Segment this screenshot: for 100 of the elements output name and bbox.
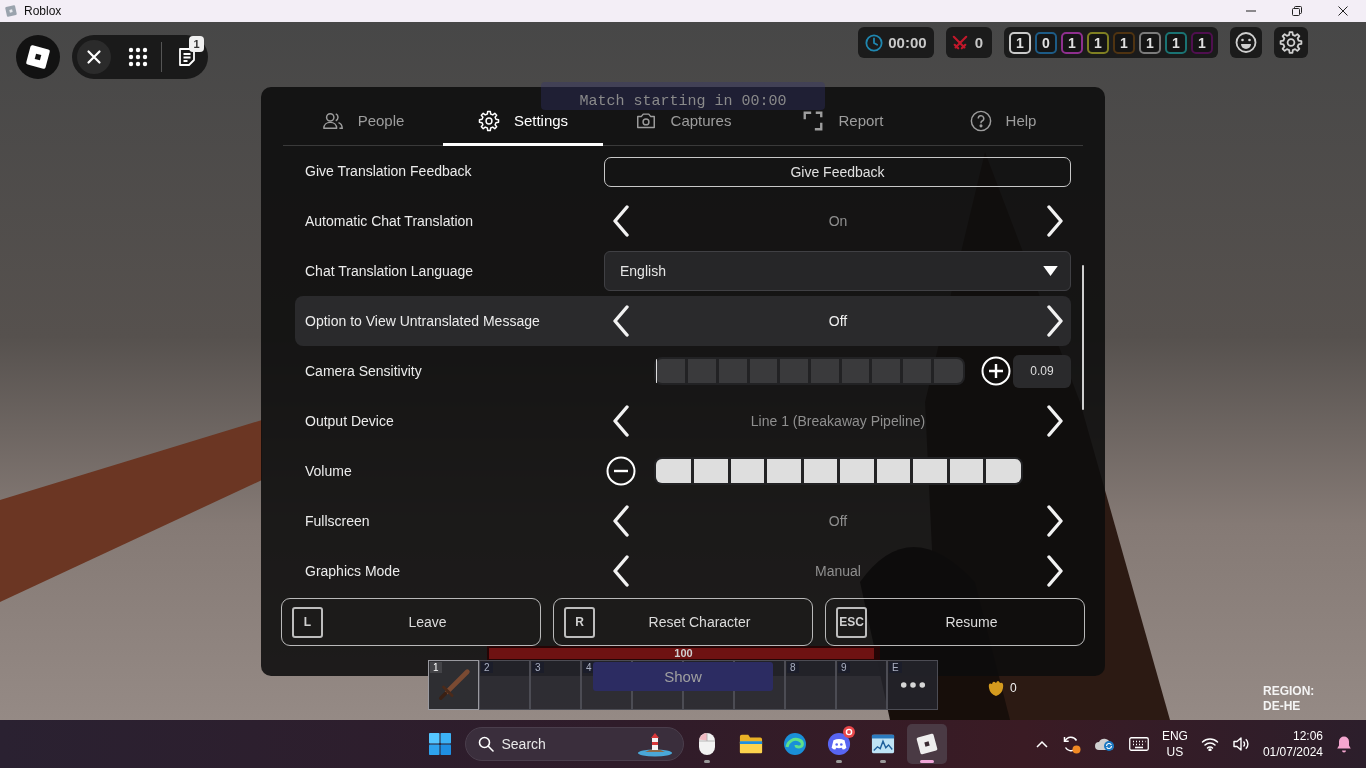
- menu-tab[interactable]: Captures: [603, 110, 763, 146]
- wifi-icon[interactable]: [1200, 737, 1219, 751]
- settings-row[interactable]: Volume: [295, 446, 1071, 496]
- settings-row[interactable]: Fullscreen Off: [295, 496, 1071, 546]
- window-title: Roblox: [24, 4, 62, 18]
- setting-value: Manual: [814, 563, 862, 579]
- chevron-right-icon[interactable]: [1046, 205, 1064, 237]
- hotbar-slot[interactable]: E: [887, 660, 938, 710]
- menu-tab[interactable]: Report: [763, 110, 923, 146]
- slot-number: 2: [481, 662, 493, 673]
- setting-label: Chat Translation Language: [304, 263, 475, 279]
- team-score: 1: [1087, 31, 1109, 54]
- grid-icon[interactable]: [128, 47, 148, 67]
- settings-icon[interactable]: [1274, 27, 1308, 58]
- more-icon: [899, 681, 926, 689]
- keyboard-icon[interactable]: [1128, 737, 1149, 751]
- setting-label: Option to View Untranslated Message: [304, 313, 541, 329]
- chevron-left-icon[interactable]: [612, 305, 630, 337]
- logo-icon[interactable]: [16, 35, 60, 79]
- key-hint: R: [564, 606, 595, 638]
- hotbar-slot[interactable]: 3: [530, 660, 581, 710]
- frame-corners-icon: [802, 110, 825, 132]
- team-score: 1: [1165, 31, 1187, 54]
- slider-track[interactable]: [654, 357, 965, 385]
- speaker-icon[interactable]: [1231, 736, 1250, 752]
- team-score: 1: [1009, 31, 1031, 54]
- settings-row[interactable]: Output Device Line 1 (Breakaway Pipeline): [295, 396, 1071, 446]
- settings-row[interactable]: Graphics Mode Manual: [295, 546, 1071, 596]
- keyboard-layout[interactable]: US: [1166, 744, 1184, 760]
- menu-action-button[interactable]: L Leave: [281, 598, 541, 646]
- setting-label: Automatic Chat Translation: [304, 213, 475, 229]
- settings-icon: [477, 110, 500, 132]
- search-field[interactable]: Search: [501, 736, 631, 752]
- menu-tab[interactable]: People: [283, 110, 443, 146]
- setting-value: Line 1 (Breakaway Pipeline): [749, 413, 927, 429]
- bell-icon[interactable]: [1336, 735, 1352, 753]
- menu-tab[interactable]: Help: [923, 110, 1083, 146]
- plus-circle-icon[interactable]: [981, 356, 1011, 386]
- chevron-left-icon[interactable]: [612, 405, 630, 437]
- team-score: 0: [1035, 31, 1057, 54]
- cloud-icon[interactable]: [1093, 736, 1116, 752]
- chevron-left-icon[interactable]: [612, 205, 630, 237]
- slot-number: E: [889, 662, 902, 673]
- key-hint: L: [292, 606, 323, 638]
- windows-icon[interactable]: [427, 732, 452, 756]
- chevron-left-icon[interactable]: [612, 505, 630, 537]
- kill-count: 0: [974, 34, 983, 51]
- menu-tab[interactable]: Settings: [443, 110, 603, 146]
- close-icon[interactable]: [1338, 6, 1348, 16]
- slot-number: 8: [787, 662, 799, 673]
- setting-label: Output Device: [304, 413, 395, 429]
- settings-row[interactable]: Option to View Untranslated Message Off: [295, 296, 1071, 346]
- chevron-up-icon[interactable]: [1035, 740, 1048, 748]
- restore-icon[interactable]: [1292, 6, 1302, 16]
- hotbar-slot[interactable]: 1: [428, 660, 479, 710]
- help-icon: [969, 110, 992, 132]
- hotbar-slot[interactable]: 2: [479, 660, 530, 710]
- menu-action-button[interactable]: ESC Resume: [825, 598, 1085, 646]
- settings-row[interactable]: Automatic Chat Translation On: [295, 196, 1071, 246]
- line-graph-icon: [870, 732, 895, 756]
- swirl-icon: [782, 732, 807, 756]
- slot-number: 1: [430, 662, 442, 673]
- input-language[interactable]: ENG: [1161, 728, 1188, 744]
- feedback-button[interactable]: Give Feedback: [604, 157, 1071, 187]
- chevron-right-icon[interactable]: [1046, 505, 1064, 537]
- search-box[interactable]: Search: [464, 727, 684, 761]
- crown-icon: [986, 679, 1006, 697]
- hotbar-slot[interactable]: 9: [836, 660, 887, 710]
- chevron-right-icon[interactable]: [1046, 405, 1064, 437]
- settings-row[interactable]: Give Translation Feedback Give Feedback: [295, 146, 1071, 196]
- gamepad-icon: [826, 732, 851, 756]
- smiley-icon[interactable]: [1230, 27, 1262, 58]
- key-hint: ESC: [836, 606, 867, 638]
- slot-number: 9: [838, 662, 850, 673]
- scrollbar-thumb[interactable]: [1082, 265, 1084, 410]
- value-field[interactable]: 0.09: [1013, 354, 1071, 388]
- settings-row[interactable]: Camera Sensitivity 0.09: [295, 346, 1071, 396]
- language-dropdown[interactable]: English: [604, 251, 1071, 291]
- chevron-right-icon[interactable]: [1046, 555, 1064, 587]
- clock-date[interactable]: 01/07/2024: [1262, 744, 1323, 760]
- lighthouse-icon: [636, 731, 673, 757]
- setting-value: On: [827, 213, 849, 229]
- health-text: 100: [674, 648, 693, 659]
- show-button[interactable]: Show: [593, 662, 773, 691]
- folder-icon: [738, 732, 763, 756]
- team-score: 1: [1139, 31, 1161, 54]
- close-icon[interactable]: [77, 40, 111, 74]
- chevron-left-icon[interactable]: [612, 555, 630, 587]
- clock-time[interactable]: 12:06: [1292, 728, 1323, 744]
- hotbar-slot[interactable]: 8: [785, 660, 836, 710]
- taskbar-app[interactable]: [906, 724, 947, 764]
- settings-row[interactable]: Chat Translation Language English: [295, 246, 1071, 296]
- crossed-swords-icon: [951, 34, 968, 51]
- setting-label: Fullscreen: [304, 513, 371, 529]
- chat-icon[interactable]: [176, 46, 198, 68]
- setting-label: Volume: [304, 463, 353, 479]
- dropdown-arrow-icon: [1043, 266, 1058, 276]
- region-value: DE-HE: [1263, 699, 1302, 714]
- chevron-right-icon[interactable]: [1046, 305, 1064, 337]
- minus-circle-icon[interactable]: [606, 456, 636, 486]
